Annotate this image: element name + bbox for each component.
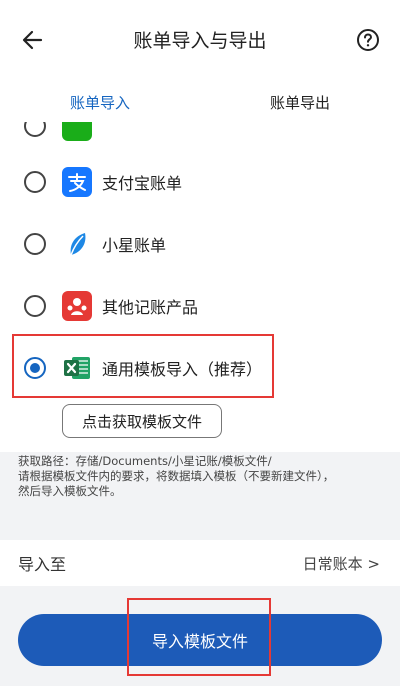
import-to-label: 导入至 (18, 555, 67, 574)
list-item-partial[interactable] (0, 122, 400, 156)
list-item-other[interactable]: 其他记账产品 (0, 276, 400, 336)
tab-export[interactable]: 账单导出 (200, 78, 400, 122)
tab-import-label: 账单导入 (69, 94, 130, 112)
radio-other[interactable] (24, 295, 46, 317)
help-button[interactable] (352, 24, 384, 56)
list-item-label: 支付宝账单 (102, 174, 183, 193)
list-item-label: 其他记账产品 (102, 298, 199, 317)
list-item-template[interactable]: 通用模板导入（推荐） (0, 338, 400, 398)
info-line: 然后导入模板文件。 (18, 484, 122, 498)
get-template-button[interactable]: 点击获取模板文件 (62, 404, 222, 438)
list-item-xiaoxing[interactable]: 小星账单 (0, 214, 400, 274)
list-item-label: 小星账单 (102, 236, 167, 255)
list-item-alipay[interactable]: 支付宝账单 (0, 152, 400, 212)
radio-alipay[interactable] (24, 171, 46, 193)
tab-import[interactable]: 账单导入 (0, 78, 200, 122)
radio-xiaoxing[interactable] (24, 233, 46, 255)
tab-bar: 账单导入 账单导出 (0, 78, 400, 122)
import-to-value[interactable]: 日常账本 > (303, 553, 380, 574)
info-line: 获取路径：存储/Documents/小星记账/模板文件/ (18, 454, 272, 468)
radio-button[interactable] (24, 122, 46, 137)
page-title: 账单导入与导出 (133, 30, 267, 52)
import-template-button-label: 导入模板文件 (151, 632, 248, 651)
alipay-icon (62, 167, 92, 197)
question-circle-icon (357, 29, 379, 51)
info-line: 请根据模板文件内的要求，将数据填入模板（不要新建文件）， (18, 469, 335, 483)
wechat-icon (62, 122, 92, 141)
import-source-list: 支付宝账单 小星账单 其他记账产品 通用模板导入（推荐） (0, 122, 400, 452)
list-item-label: 通用模板导入（推荐） (102, 360, 263, 379)
leaf-icon (62, 229, 92, 259)
radio-template[interactable] (24, 357, 46, 379)
people-icon (62, 291, 92, 321)
import-to-row[interactable]: 导入至 日常账本 > (0, 540, 400, 586)
info-text: 获取路径：存储/Documents/小星记账/模板文件/ 请根据模板文件内的要求… (0, 452, 400, 528)
tab-export-label: 账单导出 (269, 94, 330, 112)
header: 账单导入与导出 (0, 0, 400, 78)
import-template-button[interactable]: 导入模板文件 (18, 614, 382, 666)
excel-icon (62, 353, 92, 383)
